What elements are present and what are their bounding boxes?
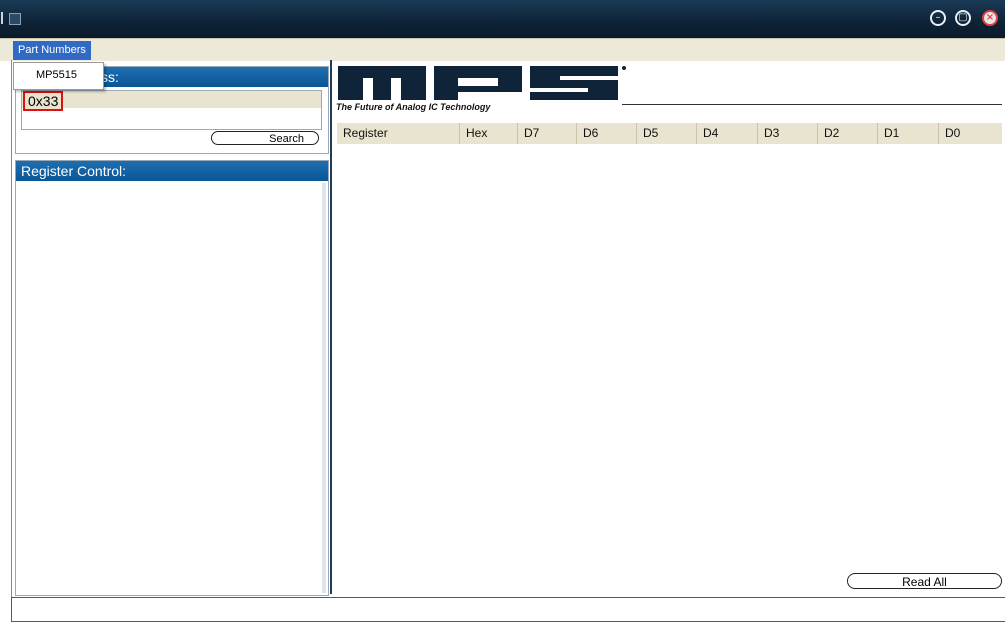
read-all-button[interactable]: Read All: [847, 573, 1002, 589]
app-icon: [9, 13, 21, 25]
col-hex: Hex: [459, 123, 517, 144]
logo-tagline: The Future of Analog IC Technology: [336, 102, 491, 112]
part-numbers-dropdown: MP5515: [13, 62, 104, 90]
search-button[interactable]: Search: [211, 131, 319, 145]
mps-logo-graphic: [338, 66, 626, 100]
register-control-panel: Register Control:: [15, 160, 329, 596]
register-control-scrollbar[interactable]: [322, 183, 326, 593]
col-d6: D6: [576, 123, 636, 144]
register-table-header: Register Hex D7 D6 D5 D4 D3 D2 D1 D0: [337, 123, 1002, 144]
minimize-icon[interactable]: –: [930, 10, 946, 26]
window-left-border: [11, 60, 12, 597]
col-d4: D4: [696, 123, 757, 144]
address-row[interactable]: 0x33: [22, 91, 321, 111]
address-value[interactable]: 0x33: [23, 91, 64, 111]
right-pane-border: [330, 60, 332, 594]
col-d5: D5: [636, 123, 696, 144]
logo-underline: [622, 104, 1002, 105]
col-d7: D7: [517, 123, 576, 144]
menu-bar: Part Numbers: [0, 38, 1005, 61]
menu-part-numbers[interactable]: Part Numbers: [13, 41, 91, 60]
col-d0: D0: [938, 123, 1002, 144]
address-list[interactable]: 0x33: [21, 90, 322, 130]
col-d1: D1: [877, 123, 938, 144]
register-control-header: Register Control:: [16, 161, 328, 181]
window-edge-mark: [1, 12, 3, 24]
maximize-icon[interactable]: ▢: [955, 10, 971, 26]
title-bar: – ▢ ×: [0, 0, 1005, 38]
col-d3: D3: [757, 123, 817, 144]
status-bar: [11, 597, 1005, 622]
col-register: Register: [343, 126, 388, 140]
mps-logo: The Future of Analog IC Technology: [336, 64, 636, 118]
close-icon[interactable]: ×: [982, 10, 998, 26]
col-d2: D2: [817, 123, 877, 144]
dropdown-item-mp5515[interactable]: MP5515: [36, 69, 77, 81]
